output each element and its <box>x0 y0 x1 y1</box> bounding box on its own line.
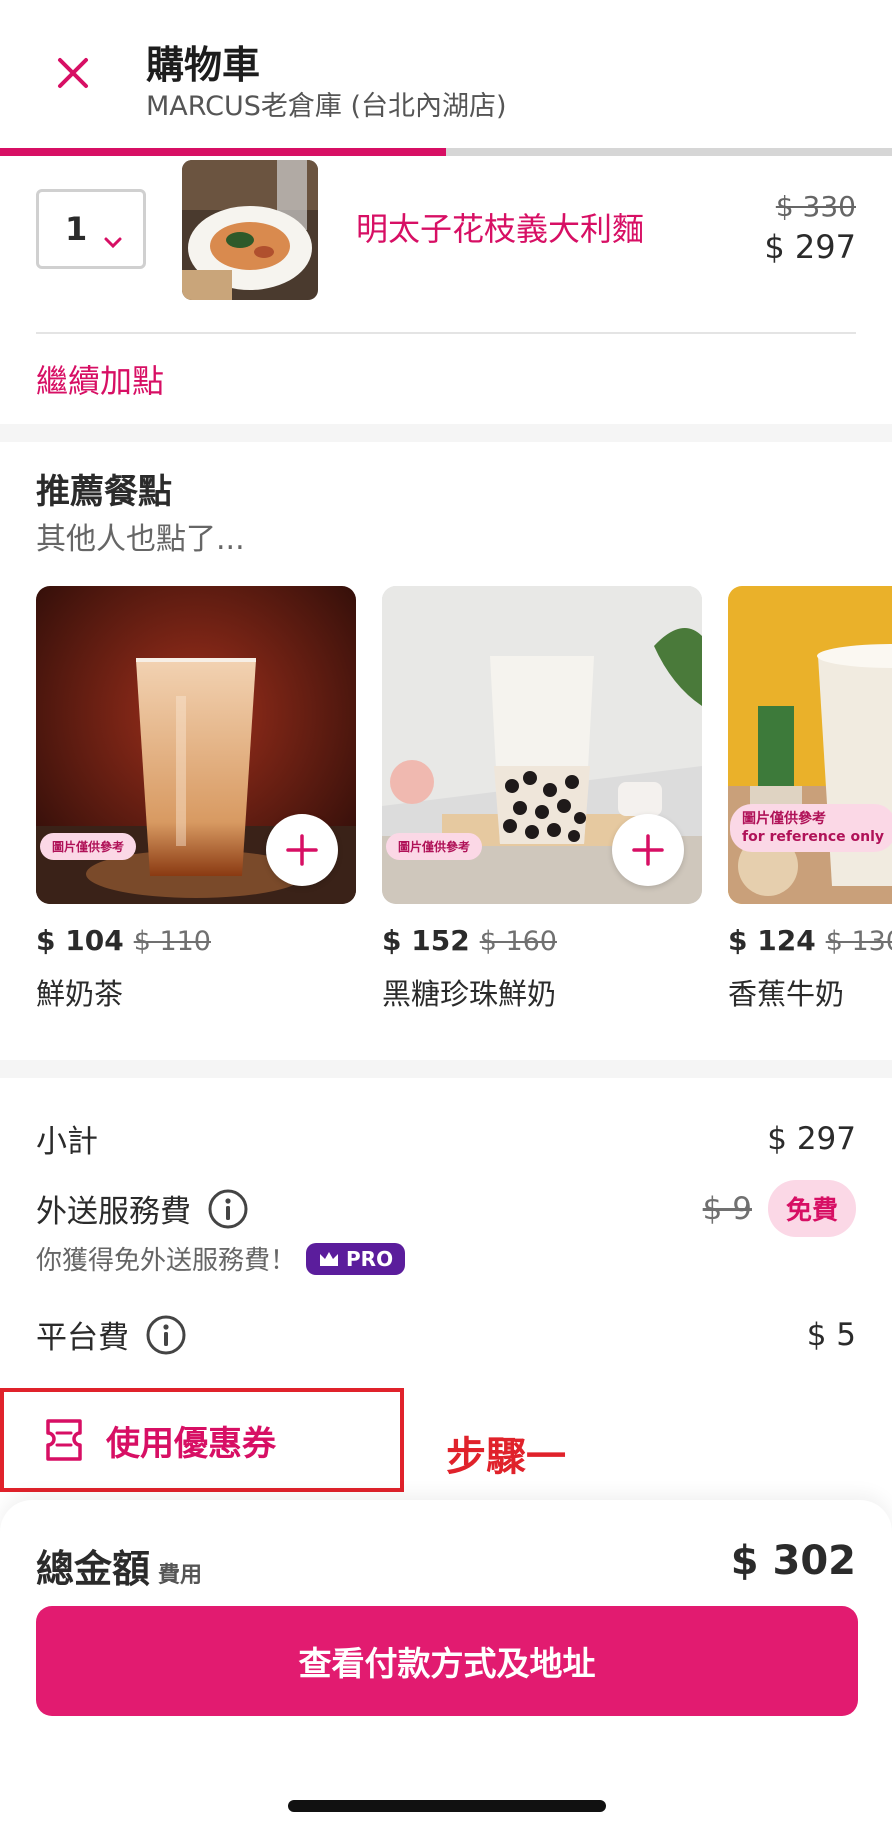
recommend-subtitle: 其他人也點了... <box>36 522 245 557</box>
voucher-icon <box>46 1419 82 1461</box>
recommend-card[interactable]: 圖片僅供參考 $ 104 $ 110 鮮奶茶 <box>36 586 356 1013</box>
recommend-image: 圖片僅供參考 <box>382 586 702 904</box>
use-voucher-button[interactable]: 使用優惠券 <box>0 1388 404 1492</box>
delivery-fee-old: $ 9 <box>702 1190 752 1227</box>
recommend-card[interactable]: 圖片僅供參考 $ 152 $ 160 黑糖珍珠鮮奶 <box>382 586 702 1013</box>
total-label: 總金額 <box>36 1547 151 1591</box>
pro-badge: PRO <box>306 1242 406 1275</box>
delivery-fee-label: 外送服務費 <box>36 1194 191 1230</box>
quantity-value: 1 <box>65 210 88 248</box>
recommend-title: 推薦餐點 <box>36 472 172 512</box>
add-more-link[interactable]: 繼續加點 <box>36 356 164 402</box>
total-value: $ 302 <box>730 1538 856 1584</box>
voucher-label: 使用優惠券 <box>106 1423 276 1464</box>
plus-icon <box>286 834 318 866</box>
recommend-name: 黑糖珍珠鮮奶 <box>382 977 557 1011</box>
plus-icon <box>632 834 664 866</box>
reference-badge: 圖片僅供參考 <box>40 833 137 860</box>
page-title: 購物車 <box>146 43 261 87</box>
add-item-button[interactable] <box>612 814 684 886</box>
cart-item: 1 明太子花枝義大利麵 $ 330 $ 297 <box>0 156 892 334</box>
quantity-selector[interactable]: 1 <box>36 189 146 269</box>
total-label-group: 總金額 費用 <box>36 1538 202 1593</box>
checkout-button[interactable]: 查看付款方式及地址 <box>36 1606 858 1716</box>
crown-icon <box>320 1251 339 1266</box>
section-divider <box>0 424 892 442</box>
subtotal-label: 小計 <box>36 1124 98 1160</box>
header: 購物車 MARCUS老倉庫 (台北內湖店) <box>0 0 892 148</box>
recommend-price: $ 152 <box>382 924 470 957</box>
fee-label: 費用 <box>158 1563 203 1588</box>
recommend-old-price: $ 110 <box>133 926 211 957</box>
info-icon[interactable] <box>207 1188 249 1230</box>
recommend-old-price: $ 160 <box>479 926 557 957</box>
section-divider <box>0 1060 892 1078</box>
reference-badge: 圖片僅供參考 for reference only <box>730 804 892 852</box>
item-original-price: $ 330 <box>775 190 856 223</box>
step-annotation: 步驟一 <box>446 1434 566 1480</box>
platform-fee-row: 平台費 $ 5 <box>36 1312 856 1357</box>
item-price: $ 297 <box>764 228 856 266</box>
recommend-image: 圖片僅供參考 <box>36 586 356 904</box>
recommend-name: 鮮奶茶 <box>36 977 124 1011</box>
item-image <box>182 160 318 300</box>
recommend-card[interactable]: 圖片僅供參考 for reference only $ 124 $ 130 香蕉… <box>728 586 892 1013</box>
recommend-name: 香蕉牛奶 <box>728 977 845 1011</box>
chevron-down-icon <box>103 220 123 258</box>
info-icon[interactable] <box>145 1314 187 1356</box>
subtotal-row: 小計 $ 297 <box>36 1116 856 1161</box>
add-item-button[interactable] <box>266 814 338 886</box>
reference-badge: 圖片僅供參考 <box>386 833 483 860</box>
checkout-sheet: 總金額 費用 $ 302 查看付款方式及地址 <box>0 1500 892 1828</box>
platform-fee-label: 平台費 <box>36 1320 129 1356</box>
platform-fee-value: $ 5 <box>806 1316 856 1353</box>
divider <box>36 332 856 334</box>
recommend-price: $ 124 <box>728 924 816 957</box>
item-name[interactable]: 明太子花枝義大利麵 <box>356 204 644 250</box>
free-badge: 免費 <box>767 1180 856 1237</box>
pro-note: 你獲得免外送服務費！ PRO <box>36 1240 406 1277</box>
store-name: MARCUS老倉庫 (台北內湖店) <box>146 91 507 122</box>
progress-fill <box>0 148 446 156</box>
pro-note-text: 你獲得免外送服務費！ <box>36 1246 297 1276</box>
checkout-progress-bar <box>0 148 892 156</box>
close-icon[interactable] <box>52 52 94 94</box>
delivery-fee-row: 外送服務費 $ 9 免費 <box>36 1180 856 1237</box>
home-indicator <box>288 1800 606 1812</box>
subtotal-value: $ 297 <box>767 1120 856 1157</box>
recommend-old-price: $ 130 <box>825 926 892 957</box>
recommend-price: $ 104 <box>36 924 124 957</box>
recommend-image: 圖片僅供參考 for reference only <box>728 586 892 904</box>
